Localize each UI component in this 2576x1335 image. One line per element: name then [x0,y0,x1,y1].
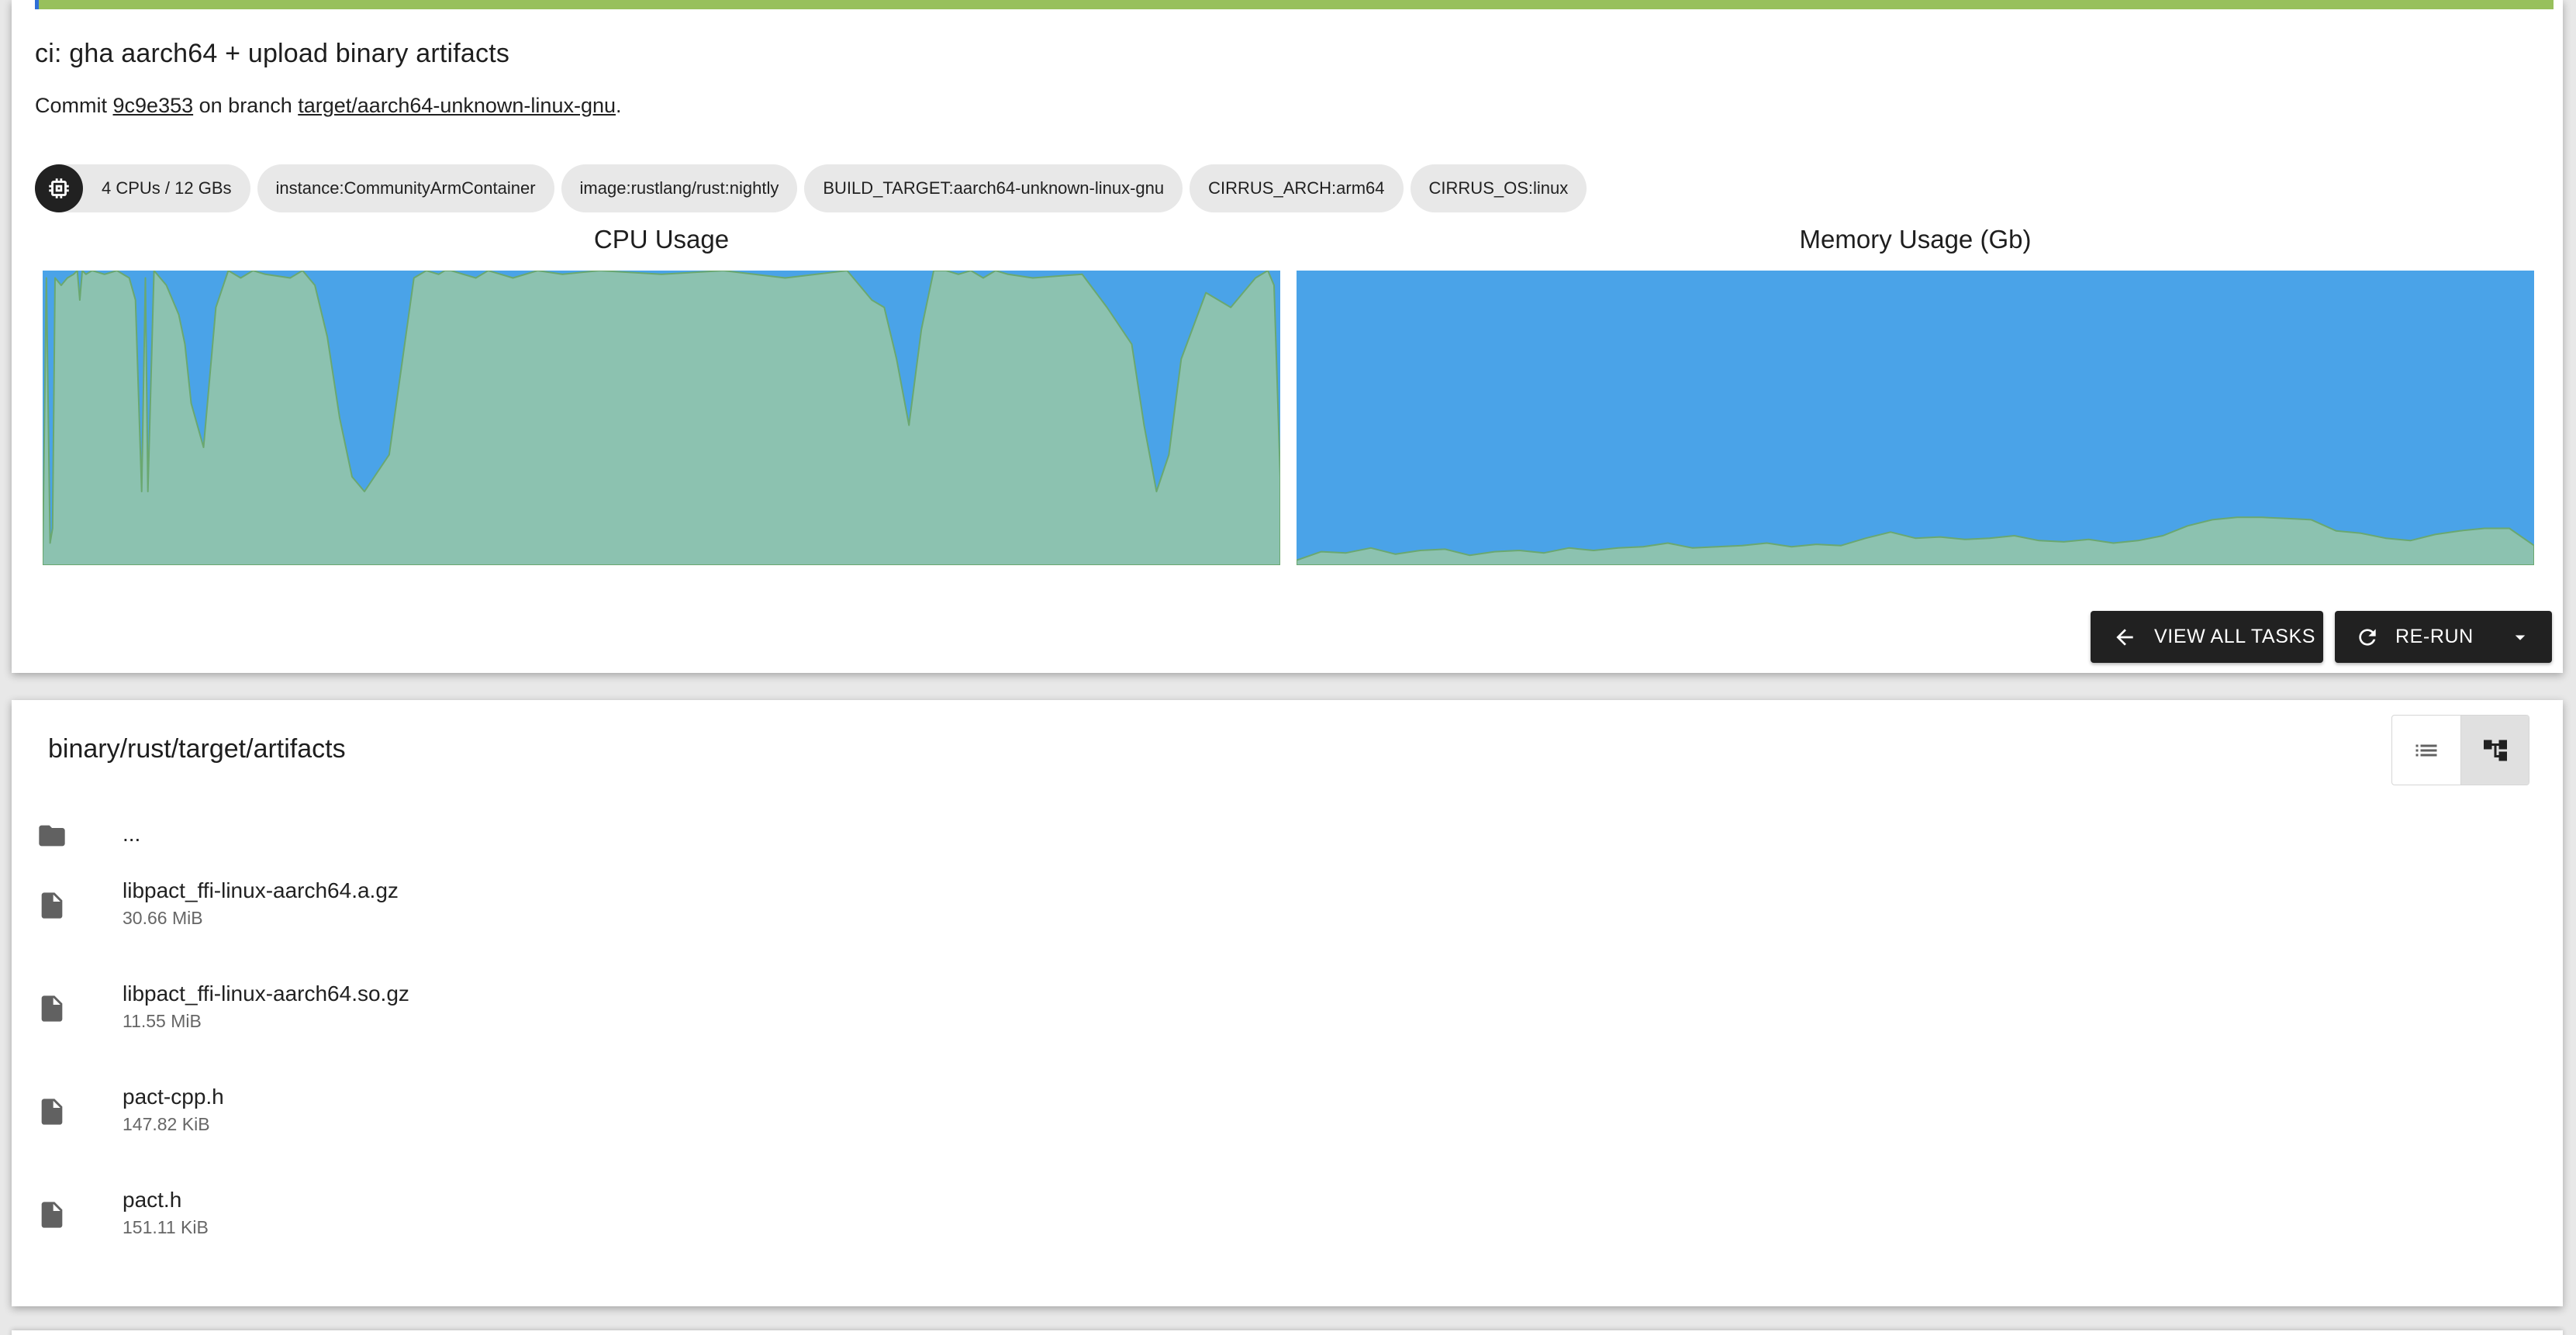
list-item-file[interactable]: pact-cpp.h 147.82 KiB [12,1085,2563,1181]
cpu-usage-chart [42,270,1281,566]
list-item-file[interactable]: pact.h 151.11 KiB [12,1188,2563,1285]
tree-view-button[interactable] [2460,716,2529,785]
caret-down-icon[interactable] [2509,626,2532,649]
tree-icon [2483,740,2507,761]
file-name: libpact_ffi-linux-aarch64.so.gz [123,981,409,1006]
chip-image: image:rustlang/rust:nightly [561,164,798,212]
cpu-usage-svg [42,270,1281,566]
file-icon [41,995,63,1022]
commit-link[interactable]: 9c9e353 [113,94,194,117]
artifacts-path-title: binary/rust/target/artifacts [48,734,346,764]
task-status-bar [35,0,2554,9]
memory-plot-background [1297,271,2534,565]
file-name: libpact_ffi-linux-aarch64.a.gz [123,878,399,902]
chip-label: image:rustlang/rust:nightly [579,178,779,198]
chip-cirrus-arch: CIRRUS_ARCH:arm64 [1190,164,1404,212]
arrow-back-icon [2116,628,2133,646]
view-all-tasks-label: VIEW ALL TASKS [2154,626,2316,647]
chip-label: CIRRUS_ARCH:arm64 [1208,178,1385,198]
chip-instance: instance:CommunityArmContainer [257,164,554,212]
file-icon [41,1099,63,1125]
commit-line: Commit 9c9e353 on branch target/aarch64-… [35,94,622,118]
chip-build-target: BUILD_TARGET:aarch64-unknown-linux-gnu [804,164,1183,212]
commit-prefix: Commit [35,94,107,117]
folder-icon [39,825,65,847]
task-chips: 4 CPUs / 12 GBs instance:CommunityArmCon… [35,164,1587,212]
memory-usage-svg [1296,271,2535,566]
task-title: ci: gha aarch64 + upload binary artifact… [35,39,510,68]
file-size: 11.55 MiB [123,1011,202,1031]
chip-label: BUILD_TARGET:aarch64-unknown-linux-gnu [823,178,1165,198]
file-name: ... [123,822,141,846]
file-name: pact-cpp.h [123,1085,224,1109]
file-size: 151.11 KiB [123,1217,209,1237]
chip-resources: 4 CPUs / 12 GBs [35,164,250,212]
memory-chart-title: Memory Usage (Gb) [1799,225,2032,254]
view-all-tasks-button[interactable]: VIEW ALL TASKS [2091,611,2323,663]
list-item-file[interactable]: libpact_ffi-linux-aarch64.so.gz 11.55 Mi… [12,981,2563,1078]
file-size: 147.82 KiB [123,1114,210,1134]
file-name: pact.h [123,1188,182,1212]
file-icon [41,892,63,919]
chip-label: 4 CPUs / 12 GBs [102,178,232,198]
refresh-icon [2359,628,2376,646]
list-view-button[interactable] [2392,716,2460,785]
artifacts-card: binary/rust/target/artifacts ... libpact… [12,700,2563,1306]
branch-link[interactable]: target/aarch64-unknown-linux-gnu [298,94,616,117]
cpu-series-area [42,270,1281,566]
memory-usage-chart [1296,271,2535,566]
chip-cirrus-os: CIRRUS_OS:linux [1410,164,1587,212]
file-icon [41,1202,63,1228]
next-card [12,1330,2563,1335]
rerun-label: RE-RUN [2395,626,2474,647]
task-card: ci: gha aarch64 + upload binary artifact… [12,0,2563,673]
chip-label: instance:CommunityArmContainer [275,178,536,198]
list-item-file[interactable]: libpact_ffi-linux-aarch64.a.gz 30.66 MiB [12,878,2563,975]
list-icon [2415,744,2437,756]
file-size: 30.66 MiB [123,908,203,928]
branch-prefix: on branch [199,94,292,117]
list-item-parent-folder[interactable]: ... [12,797,2563,882]
view-mode-toggle [2391,715,2529,785]
chip-label: CIRRUS_OS:linux [1428,178,1569,198]
branch-suffix: . [616,94,622,117]
cpu-chart-title: CPU Usage [593,225,730,254]
cpu-chip-icon [35,164,83,212]
rerun-button[interactable]: RE-RUN [2335,611,2552,663]
